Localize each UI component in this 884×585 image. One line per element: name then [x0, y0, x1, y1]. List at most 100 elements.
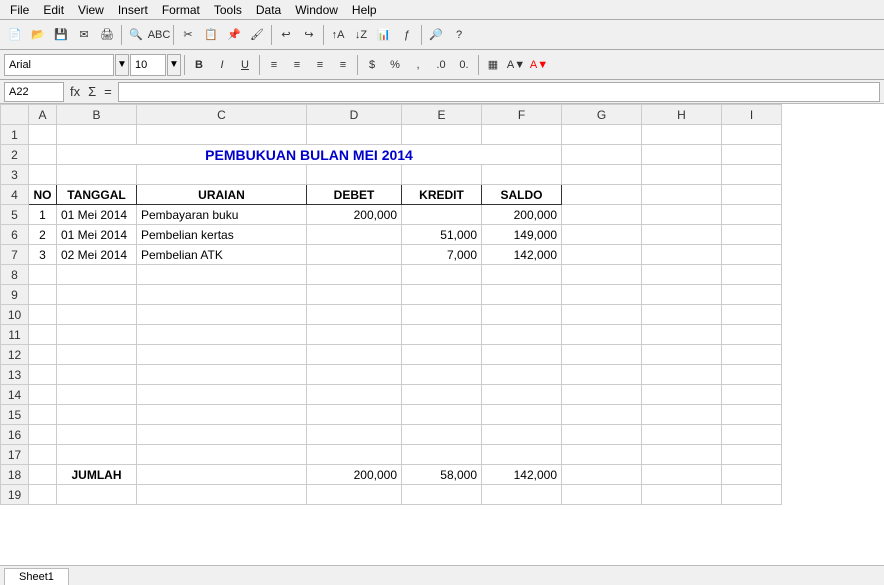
- cell-h3[interactable]: [642, 165, 722, 185]
- cell-f6[interactable]: 149,000: [482, 225, 562, 245]
- cell-a8[interactable]: [29, 265, 57, 285]
- cell-g1[interactable]: [562, 125, 642, 145]
- row-num-1[interactable]: 1: [1, 125, 29, 145]
- cell-b18-jumlah[interactable]: JUMLAH: [57, 465, 137, 485]
- cell-d7[interactable]: [307, 245, 402, 265]
- font-size-dropdown[interactable]: ▼: [167, 54, 181, 76]
- cell-d5[interactable]: 200,000: [307, 205, 402, 225]
- help-button[interactable]: ?: [448, 24, 470, 46]
- redo-button[interactable]: ↪: [298, 24, 320, 46]
- cell-a1[interactable]: [29, 125, 57, 145]
- col-header-g[interactable]: G: [562, 105, 642, 125]
- cell-i2[interactable]: [722, 145, 782, 165]
- row-num-5[interactable]: 5: [1, 205, 29, 225]
- cell-c18[interactable]: [137, 465, 307, 485]
- row-num-15[interactable]: 15: [1, 405, 29, 425]
- cell-a5[interactable]: 1: [29, 205, 57, 225]
- preview-button[interactable]: 🔍: [125, 24, 147, 46]
- cell-d18-jumlah-debet[interactable]: 200,000: [307, 465, 402, 485]
- cell-c1[interactable]: [137, 125, 307, 145]
- cell-c6[interactable]: Pembelian kertas: [137, 225, 307, 245]
- cell-e6[interactable]: 51,000: [402, 225, 482, 245]
- formula-input[interactable]: [118, 82, 880, 102]
- cell-h5[interactable]: [642, 205, 722, 225]
- col-header-c[interactable]: C: [137, 105, 307, 125]
- row-num-6[interactable]: 6: [1, 225, 29, 245]
- cut-button[interactable]: ✂: [177, 24, 199, 46]
- cell-b4-tanggal[interactable]: TANGGAL: [57, 185, 137, 205]
- row-num-4[interactable]: 4: [1, 185, 29, 205]
- italic-button[interactable]: I: [211, 54, 233, 76]
- border-button[interactable]: ▦: [482, 54, 504, 76]
- menu-edit[interactable]: Edit: [37, 1, 70, 19]
- cell-i18[interactable]: [722, 465, 782, 485]
- spellcheck-button[interactable]: ABC: [148, 24, 170, 46]
- align-center-button[interactable]: ≡: [286, 54, 308, 76]
- row-num-16[interactable]: 16: [1, 425, 29, 445]
- equals-icon[interactable]: =: [102, 84, 114, 99]
- cell-c7[interactable]: Pembelian ATK: [137, 245, 307, 265]
- row-num-19[interactable]: 19: [1, 485, 29, 505]
- col-header-a[interactable]: A: [29, 105, 57, 125]
- thousand-sep-button[interactable]: ,: [407, 54, 429, 76]
- currency-button[interactable]: $: [361, 54, 383, 76]
- col-header-b[interactable]: B: [57, 105, 137, 125]
- cell-h4[interactable]: [642, 185, 722, 205]
- cell-a18[interactable]: [29, 465, 57, 485]
- menu-help[interactable]: Help: [346, 1, 383, 19]
- cell-g2[interactable]: [562, 145, 642, 165]
- cell-h6[interactable]: [642, 225, 722, 245]
- font-name-input[interactable]: Arial: [4, 54, 114, 76]
- row-num-9[interactable]: 9: [1, 285, 29, 305]
- cell-b1[interactable]: [57, 125, 137, 145]
- fill-color-button[interactable]: A▼: [505, 54, 527, 76]
- row-num-7[interactable]: 7: [1, 245, 29, 265]
- row-num-11[interactable]: 11: [1, 325, 29, 345]
- row-num-8[interactable]: 8: [1, 265, 29, 285]
- cell-e5[interactable]: [402, 205, 482, 225]
- cell-e3[interactable]: [402, 165, 482, 185]
- chart-button[interactable]: 📊: [373, 24, 395, 46]
- font-color-button[interactable]: A▼: [528, 54, 550, 76]
- row-num-2[interactable]: 2: [1, 145, 29, 165]
- cell-c4-uraian[interactable]: URAIAN: [137, 185, 307, 205]
- cell-d4-debet[interactable]: DEBET: [307, 185, 402, 205]
- cell-c5[interactable]: Pembayaran buku: [137, 205, 307, 225]
- cell-a3[interactable]: [29, 165, 57, 185]
- cell-i7[interactable]: [722, 245, 782, 265]
- cell-title[interactable]: PEMBUKUAN BULAN MEI 2014: [57, 145, 562, 165]
- row-num-12[interactable]: 12: [1, 345, 29, 365]
- cell-h1[interactable]: [642, 125, 722, 145]
- row-num-14[interactable]: 14: [1, 385, 29, 405]
- cell-i3[interactable]: [722, 165, 782, 185]
- undo-button[interactable]: ↩: [275, 24, 297, 46]
- cell-b5[interactable]: 01 Mei 2014: [57, 205, 137, 225]
- cell-b7[interactable]: 02 Mei 2014: [57, 245, 137, 265]
- sort-desc-button[interactable]: ↓Z: [350, 24, 372, 46]
- cell-g7[interactable]: [562, 245, 642, 265]
- align-left-button[interactable]: ≡: [263, 54, 285, 76]
- cell-d3[interactable]: [307, 165, 402, 185]
- cell-a6[interactable]: 2: [29, 225, 57, 245]
- row-num-17[interactable]: 17: [1, 445, 29, 465]
- cell-f18-jumlah-saldo[interactable]: 142,000: [482, 465, 562, 485]
- sort-asc-button[interactable]: ↑A: [327, 24, 349, 46]
- format-brush-button[interactable]: 🖌: [246, 24, 268, 46]
- print-button[interactable]: 🖨: [96, 24, 118, 46]
- row-num-10[interactable]: 10: [1, 305, 29, 325]
- col-header-e[interactable]: E: [402, 105, 482, 125]
- row-num-3[interactable]: 3: [1, 165, 29, 185]
- cell-a4-no[interactable]: NO: [29, 185, 57, 205]
- row-num-18[interactable]: 18: [1, 465, 29, 485]
- cell-a7[interactable]: 3: [29, 245, 57, 265]
- sheet-tab-1[interactable]: Sheet1: [4, 568, 69, 585]
- save-button[interactable]: 💾: [50, 24, 72, 46]
- cell-e1[interactable]: [402, 125, 482, 145]
- increase-decimal-button[interactable]: .0: [430, 54, 452, 76]
- cell-f1[interactable]: [482, 125, 562, 145]
- new-button[interactable]: 📄: [4, 24, 26, 46]
- col-header-h[interactable]: H: [642, 105, 722, 125]
- cell-i5[interactable]: [722, 205, 782, 225]
- menu-format[interactable]: Format: [156, 1, 206, 19]
- email-button[interactable]: ✉: [73, 24, 95, 46]
